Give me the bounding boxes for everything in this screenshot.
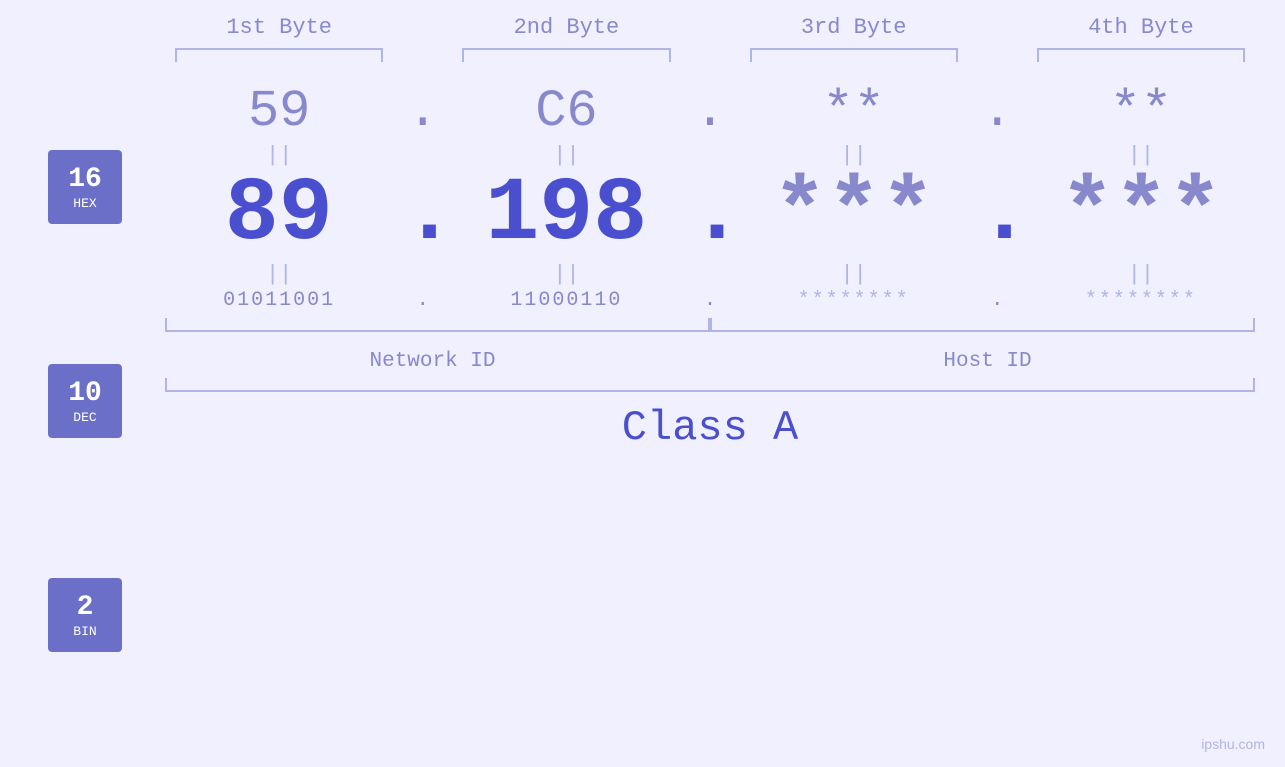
bin-badge-number: 2 xyxy=(77,591,94,625)
dec-badge-label: DEC xyxy=(73,410,96,425)
eq2-3: || xyxy=(730,262,978,287)
host-id-bracket xyxy=(710,318,1255,332)
hex-badge-number: 16 xyxy=(68,163,102,197)
main-content-area: 1st Byte 2nd Byte 3rd Byte 4th Byte xyxy=(155,15,1265,452)
main-container: 16 HEX 10 DEC 2 BIN 1st Byte 2nd Byte 3r… xyxy=(0,0,1285,767)
hex-badge-label: HEX xyxy=(73,196,96,211)
top-bracket-4 xyxy=(1017,48,1265,62)
dec-value-4: *** xyxy=(1018,170,1266,260)
class-label-container: Class A xyxy=(155,404,1265,452)
hex-dot-2: . xyxy=(691,82,730,141)
host-id-label: Host ID xyxy=(710,350,1265,373)
eq2-1: || xyxy=(155,262,403,287)
hex-badge: 16 HEX xyxy=(48,150,122,224)
bin-badge: 2 BIN xyxy=(48,578,122,652)
hex-value-4: ** xyxy=(1017,82,1265,141)
badges-column: 16 HEX 10 DEC 2 BIN xyxy=(48,150,122,652)
hex-value-3: ** xyxy=(730,82,978,141)
top-bracket-2 xyxy=(442,48,690,62)
bin-badge-label: BIN xyxy=(73,624,96,639)
top-bracket-1 xyxy=(155,48,403,62)
dec-value-3: *** xyxy=(730,170,978,260)
eq2-2: || xyxy=(442,262,690,287)
hex-dot-3: . xyxy=(978,82,1017,141)
network-id-label: Network ID xyxy=(155,350,710,373)
byte-header-3: 3rd Byte xyxy=(730,15,978,40)
bin-value-4: ******** xyxy=(1017,289,1265,312)
hex-dot-1: . xyxy=(403,82,442,141)
dec-badge-number: 10 xyxy=(68,377,102,411)
hex-row: 59 . C6 . ** . ** xyxy=(155,82,1265,141)
eq2-4: || xyxy=(1017,262,1265,287)
bin-value-3: ******** xyxy=(730,289,978,312)
byte-header-1: 1st Byte xyxy=(155,15,403,40)
bin-value-1: 01011001 xyxy=(155,289,403,312)
bin-dot-3: . xyxy=(978,289,1017,312)
dec-value-2: 198 xyxy=(443,170,691,260)
dec-dot-1: . xyxy=(403,170,443,260)
hex-value-2: C6 xyxy=(442,82,690,141)
bottom-label-area: Network ID Host ID xyxy=(155,318,1265,378)
network-id-bracket xyxy=(165,318,710,332)
dec-row: 89 . 198 . *** . *** xyxy=(155,170,1265,260)
top-bracket-3 xyxy=(730,48,978,62)
dec-dot-2: . xyxy=(690,170,730,260)
dec-value-1: 89 xyxy=(155,170,403,260)
byte-header-2: 2nd Byte xyxy=(442,15,690,40)
dec-dot-3: . xyxy=(978,170,1018,260)
bin-dot-2: . xyxy=(691,289,730,312)
dec-badge: 10 DEC xyxy=(48,364,122,438)
bin-row: 01011001 . 11000110 . ******** . *******… xyxy=(155,289,1265,312)
full-bottom-bracket xyxy=(165,378,1255,392)
top-brackets-row xyxy=(155,48,1265,62)
watermark: ipshu.com xyxy=(1201,736,1265,752)
byte-headers-row: 1st Byte 2nd Byte 3rd Byte 4th Byte xyxy=(155,15,1265,40)
bin-value-2: 11000110 xyxy=(442,289,690,312)
byte-header-4: 4th Byte xyxy=(1017,15,1265,40)
class-label: Class A xyxy=(622,404,798,452)
bin-dot-1: . xyxy=(403,289,442,312)
hex-value-1: 59 xyxy=(155,82,403,141)
